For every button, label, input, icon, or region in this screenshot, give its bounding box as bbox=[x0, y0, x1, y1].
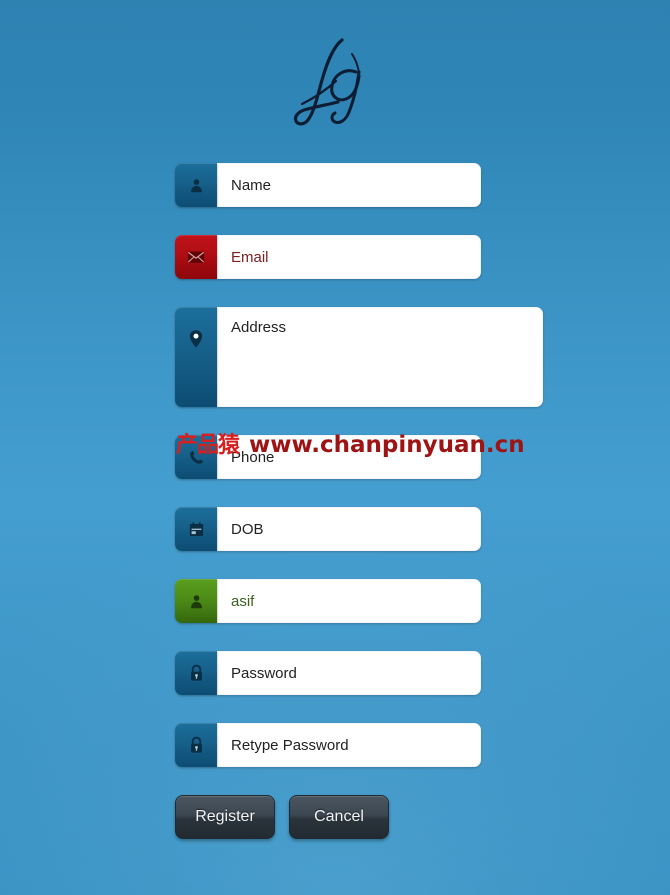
field-row-dob: DOB bbox=[175, 507, 481, 551]
cancel-button[interactable]: Cancel bbox=[289, 795, 389, 839]
address-textarea[interactable]: Address bbox=[217, 307, 543, 407]
dob-input[interactable]: DOB bbox=[217, 507, 481, 551]
retype-password-input-text: Retype Password bbox=[231, 736, 349, 754]
field-row-username: asif bbox=[175, 579, 481, 623]
field-row-address: Address bbox=[175, 307, 543, 407]
name-input[interactable]: Name bbox=[217, 163, 481, 207]
name-input-text: Name bbox=[231, 176, 272, 194]
user-icon bbox=[175, 163, 217, 207]
lock-icon bbox=[175, 651, 217, 695]
phone-input[interactable]: Phone bbox=[217, 435, 481, 479]
field-row-email: Email bbox=[175, 235, 481, 279]
calendar-icon bbox=[175, 507, 217, 551]
phone-input-text: Phone bbox=[231, 448, 275, 466]
fg-monogram-logo bbox=[293, 38, 361, 126]
lock-icon bbox=[175, 723, 217, 767]
retype-password-input[interactable]: Retype Password bbox=[217, 723, 481, 767]
username-input[interactable]: asif bbox=[217, 579, 481, 623]
dob-input-text: DOB bbox=[231, 520, 264, 538]
user-icon bbox=[175, 579, 217, 623]
field-row-password: Password bbox=[175, 651, 481, 695]
logo-container bbox=[0, 28, 670, 136]
username-input-text: asif bbox=[231, 592, 255, 610]
address-textarea-text: Address bbox=[231, 319, 287, 336]
email-input[interactable]: Email bbox=[217, 235, 481, 279]
email-input-text: Email bbox=[231, 248, 269, 266]
envelope-icon bbox=[175, 235, 217, 279]
map-pin-icon bbox=[175, 307, 217, 407]
password-input[interactable]: Password bbox=[217, 651, 481, 695]
field-row-name: Name bbox=[175, 163, 481, 207]
registration-form: Name Email Address Phone DOB asif Passwo… bbox=[175, 163, 595, 839]
password-input-text: Password bbox=[231, 664, 297, 682]
form-actions: Register Cancel bbox=[175, 795, 595, 839]
field-row-retype-password: Retype Password bbox=[175, 723, 481, 767]
phone-icon bbox=[175, 435, 217, 479]
field-row-phone: Phone bbox=[175, 435, 481, 479]
register-button[interactable]: Register bbox=[175, 795, 275, 839]
